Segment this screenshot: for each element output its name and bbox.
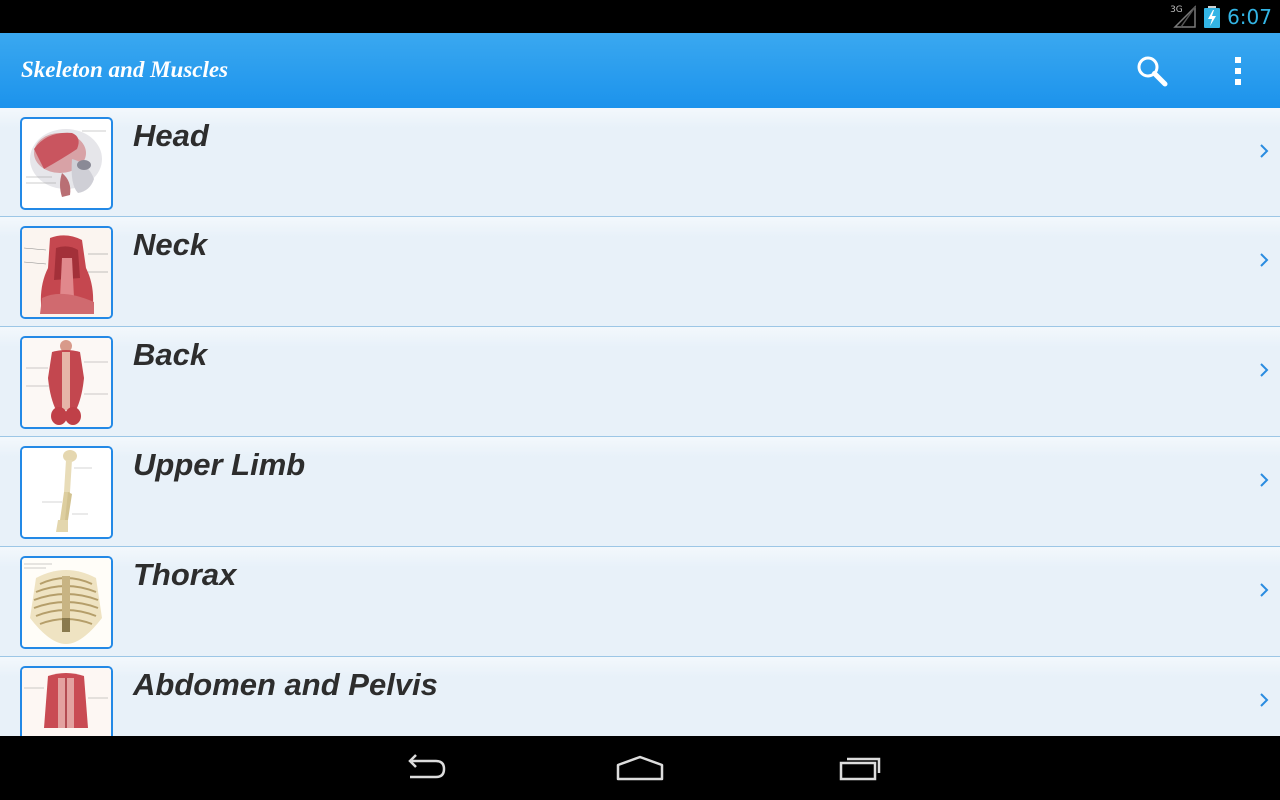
back-icon	[408, 754, 446, 779]
list-item-neck[interactable]: Neck	[0, 217, 1280, 327]
list-item-label: Upper Limb	[133, 447, 306, 482]
abdomen-and-pelvis-thumbnail	[20, 666, 113, 736]
home-button[interactable]	[610, 750, 670, 786]
list-item-thorax[interactable]: Thorax	[0, 547, 1280, 657]
list-item-label: Back	[133, 337, 208, 372]
more-vertical-icon	[1235, 57, 1241, 85]
list-item-label: Head	[133, 118, 209, 153]
app-title: Skeleton and Muscles	[21, 57, 229, 82]
chevron-right-icon	[1260, 473, 1269, 487]
recent-apps-button[interactable]	[828, 750, 888, 786]
status-clock: 6:07	[1227, 5, 1272, 29]
head-thumbnail	[20, 117, 113, 210]
home-icon	[616, 755, 664, 781]
network-type-label: 3G	[1170, 5, 1183, 15]
back-button[interactable]	[394, 750, 454, 786]
section-list: Head Neck Back Upper Limb Thorax Abdomen…	[0, 108, 1280, 736]
recent-apps-icon	[839, 757, 881, 781]
signal-icon: 3G	[1170, 5, 1197, 29]
list-item-abdomen-and-pelvis[interactable]: Abdomen and Pelvis	[0, 657, 1280, 736]
list-item-head[interactable]: Head	[0, 108, 1280, 217]
list-item-label: Neck	[133, 227, 208, 262]
chevron-right-icon	[1260, 144, 1269, 158]
list-item-upper-limb[interactable]: Upper Limb	[0, 437, 1280, 547]
overflow-menu-button[interactable]	[1218, 51, 1258, 91]
status-bar: 3G 6:07	[0, 0, 1280, 33]
status-icons: 3G 6:07	[1170, 4, 1272, 30]
action-bar: Skeleton and Muscles	[0, 33, 1280, 108]
chevron-right-icon	[1260, 363, 1269, 377]
neck-thumbnail	[20, 226, 113, 319]
battery-charging-icon	[1203, 6, 1221, 28]
upper-limb-thumbnail	[20, 446, 113, 539]
chevron-right-icon	[1260, 693, 1269, 707]
list-item-label: Thorax	[133, 557, 237, 592]
list-item-back[interactable]: Back	[0, 327, 1280, 437]
chevron-right-icon	[1260, 253, 1269, 267]
thorax-thumbnail	[20, 556, 113, 649]
back-thumbnail	[20, 336, 113, 429]
search-button[interactable]	[1132, 51, 1172, 91]
navigation-bar	[0, 736, 1280, 800]
search-icon	[1137, 56, 1168, 87]
chevron-right-icon	[1260, 583, 1269, 597]
list-item-label: Abdomen and Pelvis	[133, 667, 438, 702]
